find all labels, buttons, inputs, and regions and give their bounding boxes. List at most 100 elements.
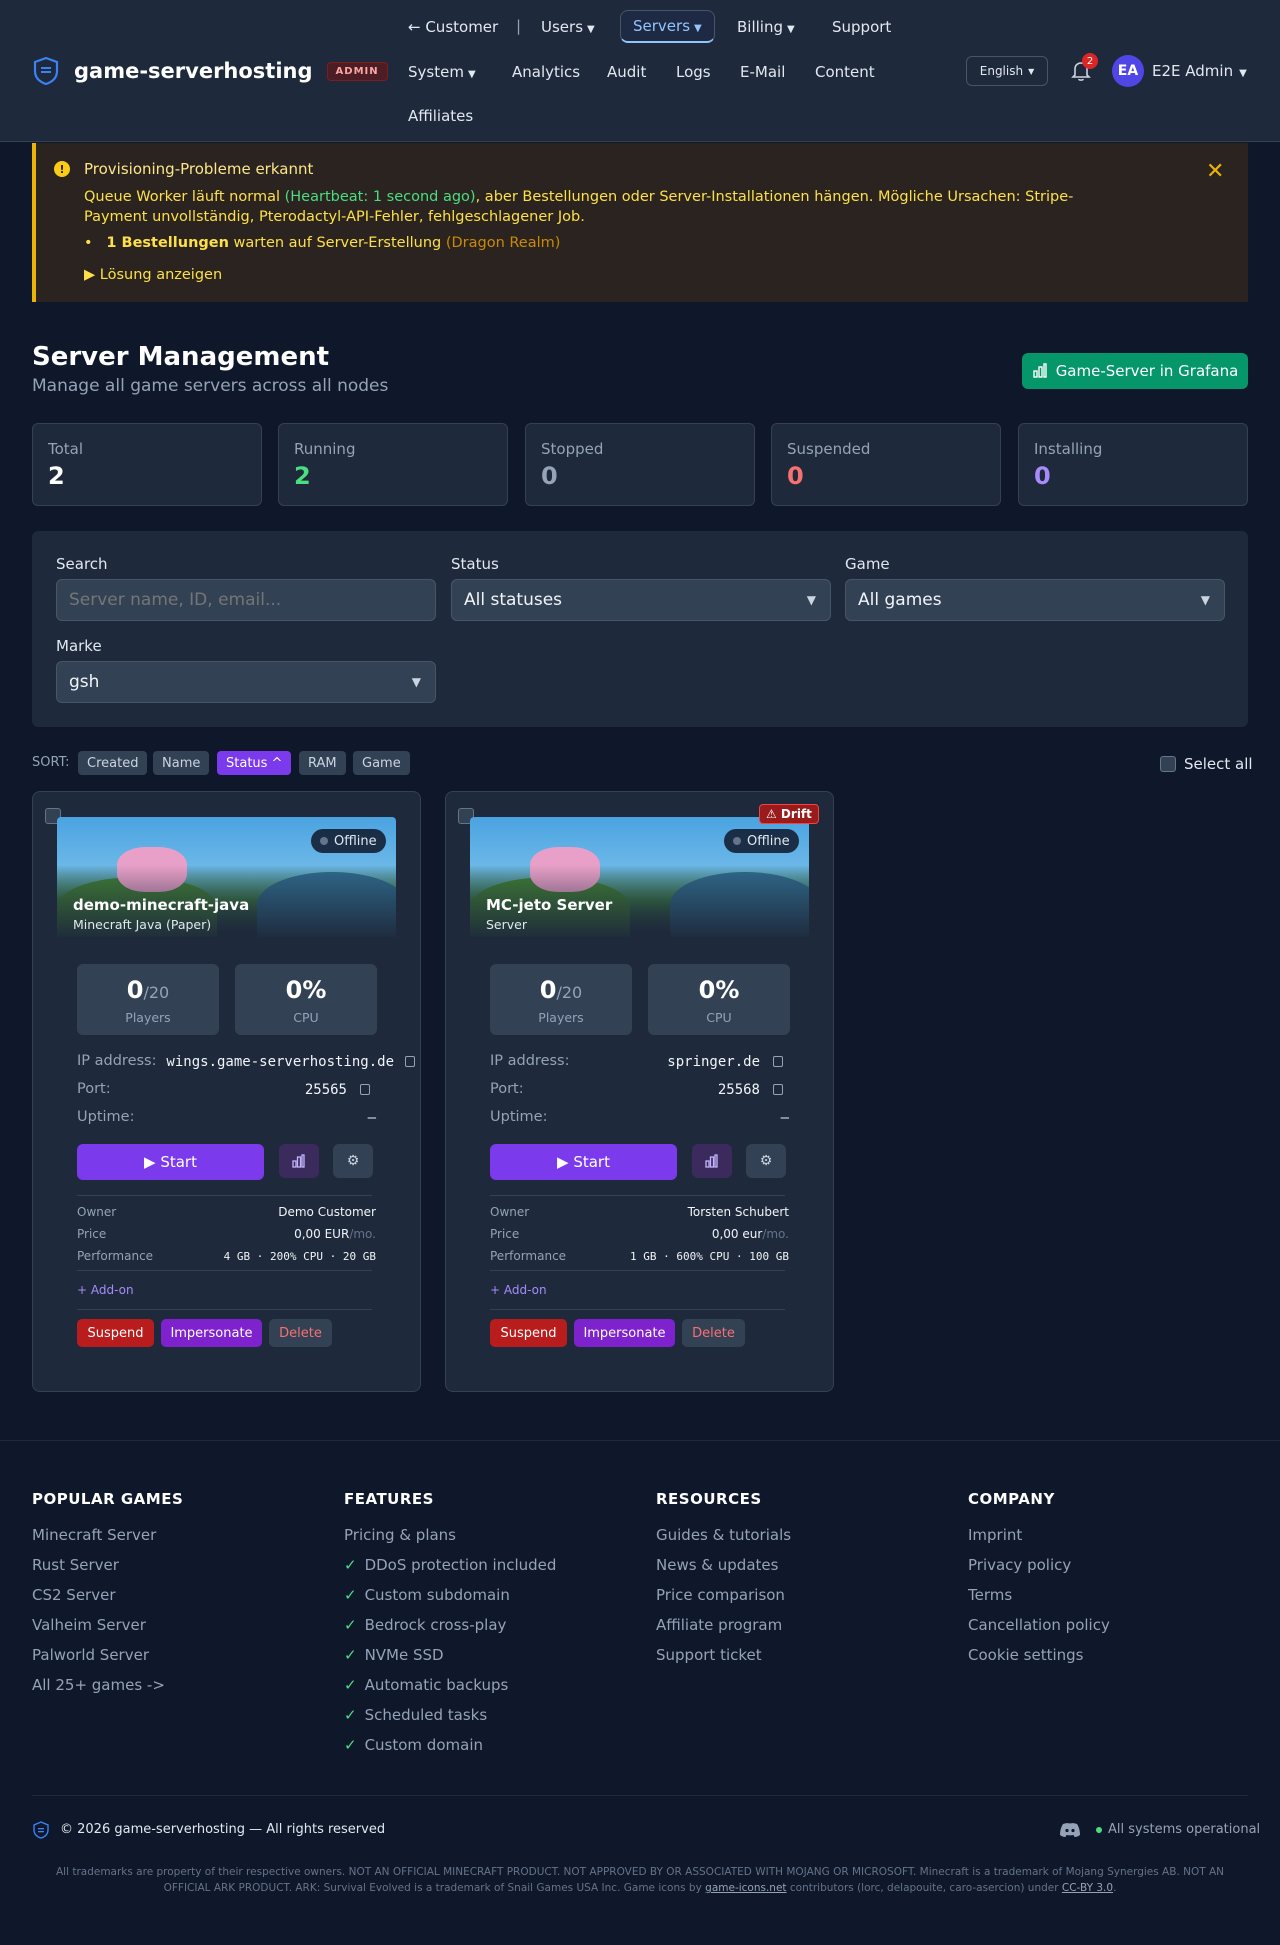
footer-link[interactable]: Guides & tutorials	[656, 1526, 791, 1544]
start-button[interactable]: ▶ Start	[490, 1144, 677, 1180]
system-status[interactable]: All systems operational	[1096, 1822, 1260, 1837]
show-solution-toggle[interactable]: ▶ Lösung anzeigen	[84, 267, 222, 283]
ip-value: wings.game-serverhosting.de	[166, 1054, 394, 1070]
owner-value: Demo Customer	[278, 1205, 376, 1219]
warning-icon: !	[54, 161, 70, 177]
copy-icon[interactable]	[360, 1084, 370, 1095]
sort-chip-created[interactable]: Created	[78, 751, 148, 775]
footer-link[interactable]: Valheim Server	[32, 1616, 146, 1634]
performance-label: Performance	[490, 1249, 567, 1263]
check-icon: ✓	[344, 1586, 357, 1604]
suspend-button[interactable]: Suspend	[77, 1319, 154, 1347]
nav-customer-link[interactable]: ← Customer	[408, 18, 498, 36]
grafana-button[interactable]: Game-Server in Grafana	[1022, 353, 1248, 389]
sort-chip-name[interactable]: Name	[153, 751, 210, 775]
sort-chip-ram[interactable]: RAM	[299, 751, 346, 775]
footer-link[interactable]: All 25+ games ->	[32, 1676, 165, 1694]
server-card: Offline demo-minecraft-java Minecraft Ja…	[32, 791, 421, 1392]
brand-name: game-serverhosting	[74, 59, 313, 83]
sort-label: SORT:	[32, 755, 70, 770]
nav-logs[interactable]: Logs	[676, 63, 711, 81]
user-menu[interactable]: E2E Admin ▼	[1152, 62, 1247, 80]
cpu-label: CPU	[706, 1010, 732, 1025]
nav-billing[interactable]: Billing ▼	[737, 18, 795, 36]
footer-link[interactable]: Support ticket	[656, 1646, 762, 1664]
footer-link[interactable]: Affiliate program	[656, 1616, 782, 1634]
nav-audit[interactable]: Audit	[607, 63, 646, 81]
sort-chip-status[interactable]: Status ^	[217, 751, 292, 775]
stat-value: 2	[48, 462, 65, 490]
footer-link[interactable]: Price comparison	[656, 1586, 785, 1604]
select-all[interactable]: Select all	[1160, 755, 1253, 773]
nav-content[interactable]: Content	[815, 63, 875, 81]
avatar[interactable]: EA	[1112, 55, 1144, 87]
nav-analytics[interactable]: Analytics	[512, 63, 580, 81]
nav-affiliates[interactable]: Affiliates	[408, 107, 473, 125]
status-select[interactable]: All statuses ▼	[451, 579, 831, 621]
price-label: Price	[77, 1227, 107, 1241]
performance-value: 4 GB · 200% CPU · 20 GB	[223, 1250, 376, 1263]
language-select[interactable]: English ▼	[966, 56, 1048, 86]
delete-button[interactable]: Delete	[682, 1319, 745, 1347]
cpu-value: 0%	[285, 976, 327, 1004]
close-icon[interactable]: ✕	[1206, 159, 1224, 184]
footer-link[interactable]: Pricing & plans	[344, 1526, 456, 1544]
footer-link[interactable]: Cookie settings	[968, 1646, 1084, 1664]
discord-icon[interactable]	[1059, 1822, 1081, 1838]
settings-button[interactable]: ⚙	[746, 1144, 786, 1178]
brand-select[interactable]: gsh ▼	[56, 661, 436, 703]
check-icon: ✓	[344, 1556, 357, 1574]
footer-link[interactable]: Terms	[968, 1586, 1012, 1604]
check-icon: ✓	[344, 1646, 357, 1664]
check-icon: ✓	[344, 1706, 357, 1724]
nav-system[interactable]: System ▼	[408, 63, 476, 81]
sort-chip-game[interactable]: Game	[353, 751, 410, 775]
suspend-button[interactable]: Suspend	[490, 1319, 567, 1347]
stat-value: 2	[294, 462, 311, 490]
stat-suspended: Suspended 0	[771, 423, 1001, 506]
settings-button[interactable]: ⚙	[333, 1144, 373, 1178]
status-dot-icon	[733, 837, 741, 845]
footer-link[interactable]: Palworld Server	[32, 1646, 149, 1664]
nav-servers[interactable]: Servers ▼	[620, 10, 715, 43]
search-input[interactable]	[56, 579, 436, 621]
game-select[interactable]: All games ▼	[845, 579, 1225, 621]
game-icons-link[interactable]: game-icons.net	[705, 1882, 786, 1894]
price-amount: 0,00 eur	[711, 1227, 763, 1241]
nav-users[interactable]: Users ▼	[541, 18, 595, 36]
nav-support[interactable]: Support	[832, 18, 891, 36]
footer-link[interactable]: News & updates	[656, 1556, 778, 1574]
check-icon: ✓	[344, 1616, 357, 1634]
divider	[490, 1309, 785, 1310]
impersonate-button[interactable]: Impersonate	[161, 1319, 262, 1347]
stats-button[interactable]	[279, 1144, 319, 1178]
feature-text: Custom subdomain	[364, 1586, 510, 1604]
footer-link[interactable]: CS2 Server	[32, 1586, 116, 1604]
nav-email[interactable]: E-Mail	[740, 63, 785, 81]
footer-link[interactable]: Cancellation policy	[968, 1616, 1110, 1634]
page-subtitle: Manage all game servers across all nodes	[32, 376, 389, 396]
cpu-metric: 0% CPU	[235, 964, 377, 1035]
license-link[interactable]: CC-BY 3.0	[1062, 1882, 1113, 1894]
start-button[interactable]: ▶ Start	[77, 1144, 264, 1180]
footer-link[interactable]: Minecraft Server	[32, 1526, 156, 1544]
impersonate-button[interactable]: Impersonate	[574, 1319, 675, 1347]
copy-icon[interactable]	[773, 1084, 783, 1095]
footer-link[interactable]: Rust Server	[32, 1556, 119, 1574]
search-label: Search	[56, 555, 108, 573]
brand-select-value: gsh	[69, 672, 100, 692]
footer-divider	[32, 1795, 1248, 1796]
uptime-value: —	[367, 1110, 376, 1126]
copy-icon[interactable]	[405, 1056, 415, 1067]
add-on-link[interactable]: + Add-on	[77, 1283, 134, 1297]
select-all-checkbox[interactable]	[1160, 756, 1176, 772]
footer-link[interactable]: Imprint	[968, 1526, 1022, 1544]
copy-icon[interactable]	[773, 1056, 783, 1067]
stat-label: Stopped	[541, 440, 604, 458]
footer-link[interactable]: Privacy policy	[968, 1556, 1071, 1574]
brand[interactable]: game-serverhosting ADMIN	[32, 56, 388, 86]
status-badge: Offline	[311, 829, 386, 853]
add-on-link[interactable]: + Add-on	[490, 1283, 547, 1297]
delete-button[interactable]: Delete	[269, 1319, 332, 1347]
stats-button[interactable]	[692, 1144, 732, 1178]
